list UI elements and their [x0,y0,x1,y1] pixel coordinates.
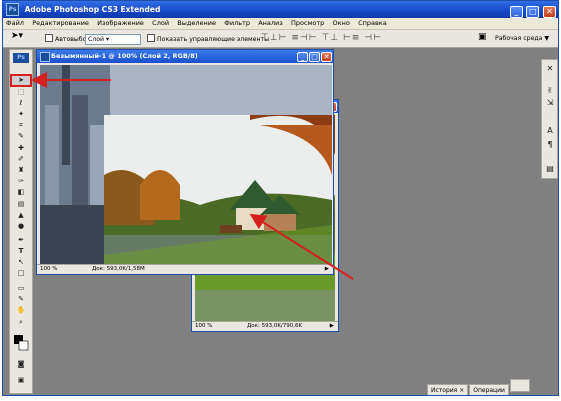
tab-history-close-icon[interactable]: × [459,387,464,394]
photoshop-window: Ps Adobe Photoshop CS3 Extended _ □ ✕ Фа… [2,0,559,396]
panel-menu-button[interactable] [509,379,530,392]
tab-actions[interactable]: Операции [469,384,509,395]
history-panel-tabs: История × Операции [427,379,531,395]
tab-history[interactable]: История × [427,384,469,395]
annotation-arrow-drag-layer [249,213,354,280]
tab-history-label: История [431,387,458,394]
annotation-arrows [31,72,354,280]
